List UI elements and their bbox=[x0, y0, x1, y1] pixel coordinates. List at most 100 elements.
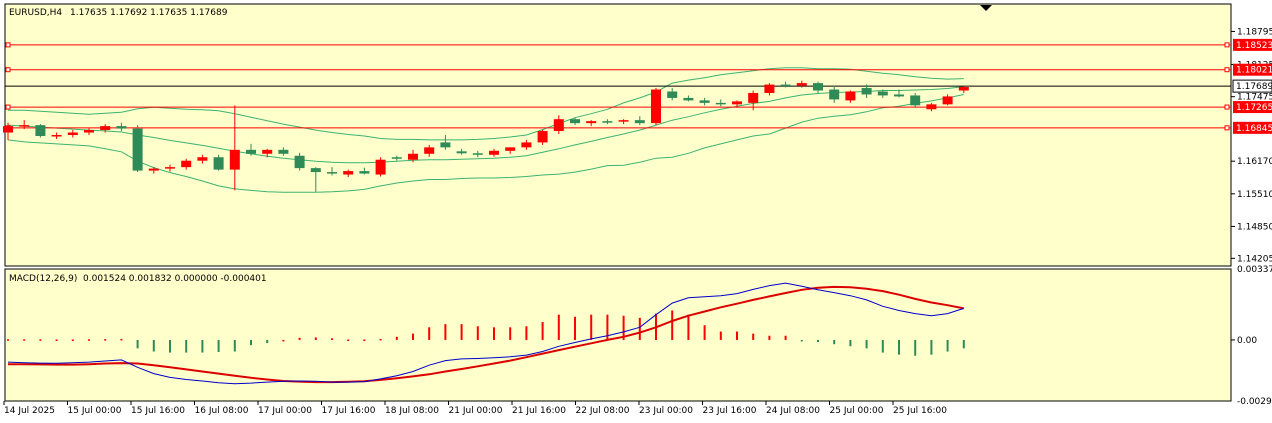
candle-body[interactable] bbox=[910, 95, 921, 106]
candle-body[interactable] bbox=[942, 96, 953, 105]
ohlc-values: 1.17635 1.17692 1.17635 1.17689 bbox=[70, 8, 228, 18]
candle-body[interactable] bbox=[84, 130, 94, 133]
candle-body[interactable] bbox=[132, 128, 143, 171]
candle-body[interactable] bbox=[829, 89, 840, 100]
macd-histogram-bar bbox=[460, 324, 463, 340]
macd-histogram-bar bbox=[363, 339, 366, 342]
candle-body[interactable] bbox=[440, 142, 451, 148]
candle-body[interactable] bbox=[845, 91, 856, 101]
chart-window[interactable]: 1.187951.181251.174751.161701.155101.148… bbox=[0, 0, 1272, 423]
level-handle-right[interactable] bbox=[1224, 104, 1230, 110]
candle-body[interactable] bbox=[553, 119, 564, 132]
macd-histogram-bar bbox=[88, 339, 90, 341]
candle-body[interactable] bbox=[586, 121, 597, 124]
candle-body[interactable] bbox=[278, 149, 289, 154]
candle-body[interactable] bbox=[861, 88, 872, 95]
candle-body[interactable] bbox=[602, 121, 613, 123]
level-handle-left[interactable] bbox=[5, 104, 11, 110]
candle-body[interactable] bbox=[537, 131, 548, 143]
candle-body[interactable] bbox=[748, 92, 759, 103]
level-price-tag-label: 1.18021 bbox=[1236, 66, 1272, 76]
candle-body[interactable] bbox=[489, 150, 499, 155]
macd-histogram-bar bbox=[282, 339, 285, 342]
macd-histogram-bar bbox=[314, 337, 317, 340]
level-handle-left[interactable] bbox=[5, 67, 11, 73]
candle-body[interactable] bbox=[359, 171, 370, 174]
macd-histogram-bar bbox=[784, 335, 787, 340]
candle-body[interactable] bbox=[699, 100, 710, 103]
candle-body[interactable] bbox=[764, 84, 775, 93]
candle-body[interactable] bbox=[472, 153, 483, 155]
candle-body[interactable] bbox=[35, 125, 46, 136]
candle-body[interactable] bbox=[391, 157, 402, 159]
candle-body[interactable] bbox=[683, 97, 694, 101]
price-tick-label: 1.16170 bbox=[1237, 157, 1272, 167]
candle-body[interactable] bbox=[100, 126, 111, 131]
macd-histogram-bar bbox=[590, 314, 593, 340]
candle-body[interactable] bbox=[229, 149, 240, 170]
candle-body[interactable] bbox=[651, 89, 661, 124]
candle-body[interactable] bbox=[732, 101, 742, 105]
candle-body[interactable] bbox=[343, 171, 354, 175]
price-tick-label: 1.14205 bbox=[1237, 254, 1272, 264]
macd-histogram-bar bbox=[476, 326, 479, 340]
candle-body[interactable] bbox=[246, 149, 256, 154]
macd-histogram-bar bbox=[266, 339, 269, 344]
macd-histogram-bar bbox=[331, 338, 333, 340]
macd-histogram-bar bbox=[525, 326, 528, 340]
macd-histogram-bar bbox=[136, 339, 139, 349]
candle-body[interactable] bbox=[505, 147, 516, 151]
macd-histogram-bar bbox=[493, 327, 495, 340]
candle-body[interactable] bbox=[634, 120, 645, 124]
macd-histogram-bar bbox=[736, 331, 738, 340]
candle-body[interactable] bbox=[116, 126, 127, 129]
candle-body[interactable] bbox=[958, 87, 969, 91]
candle-body[interactable] bbox=[424, 147, 435, 154]
candle-body[interactable] bbox=[294, 155, 305, 169]
level-handle-right[interactable] bbox=[1224, 42, 1230, 48]
candle-body[interactable] bbox=[262, 149, 273, 154]
time-tick-label: 25 Jul 00:00 bbox=[830, 406, 884, 416]
candle-body[interactable] bbox=[926, 104, 937, 110]
macd-indicator-label: MACD(12,26,9) bbox=[9, 274, 77, 284]
candle-body[interactable] bbox=[618, 120, 629, 122]
candle-body[interactable] bbox=[796, 83, 807, 86]
candle-body[interactable] bbox=[570, 119, 580, 124]
candle-body[interactable] bbox=[213, 157, 224, 170]
candle-body[interactable] bbox=[877, 91, 888, 96]
candle-body[interactable] bbox=[375, 159, 386, 175]
candle-body[interactable] bbox=[19, 125, 30, 127]
candle-body[interactable] bbox=[67, 132, 78, 135]
level-handle-right[interactable] bbox=[1224, 67, 1230, 73]
candle-body[interactable] bbox=[51, 135, 62, 137]
macd-histogram-bar bbox=[23, 339, 26, 341]
candle-body[interactable] bbox=[715, 102, 726, 105]
candle-body[interactable] bbox=[327, 172, 337, 174]
macd-histogram-bar bbox=[557, 314, 560, 340]
candle-body[interactable] bbox=[408, 153, 418, 160]
price-chart-svg[interactable]: 1.187951.181251.174751.161701.155101.148… bbox=[0, 0, 1272, 423]
macd-histogram-bar bbox=[914, 339, 917, 356]
candle-body[interactable] bbox=[181, 160, 192, 168]
macd-histogram-bar bbox=[817, 339, 819, 343]
level-handle-right[interactable] bbox=[1224, 125, 1230, 131]
candle-body[interactable] bbox=[148, 168, 159, 171]
time-tick-label: 17 Jul 16:00 bbox=[322, 406, 376, 416]
candle-body[interactable] bbox=[521, 142, 532, 148]
time-tick-label: 16 Jul 08:00 bbox=[195, 406, 249, 416]
time-tick-label: 15 Jul 00:00 bbox=[68, 406, 122, 416]
macd-histogram-bar bbox=[39, 339, 42, 341]
candle-body[interactable] bbox=[456, 151, 467, 154]
candle-body[interactable] bbox=[310, 168, 321, 173]
macd-values: 0.001524 0.001832 0.000000 -0.000401 bbox=[83, 274, 267, 284]
candle-body[interactable] bbox=[780, 84, 791, 87]
candle-body[interactable] bbox=[165, 167, 175, 169]
candle-body[interactable] bbox=[3, 126, 13, 133]
candle-body[interactable] bbox=[667, 91, 678, 98]
time-tick-label: 14 Jul 2025 bbox=[4, 406, 55, 416]
macd-histogram-bar bbox=[152, 339, 155, 352]
level-handle-left[interactable] bbox=[5, 42, 11, 48]
candle-body[interactable] bbox=[813, 83, 823, 91]
candle-body[interactable] bbox=[894, 94, 904, 97]
candle-body[interactable] bbox=[197, 157, 208, 161]
